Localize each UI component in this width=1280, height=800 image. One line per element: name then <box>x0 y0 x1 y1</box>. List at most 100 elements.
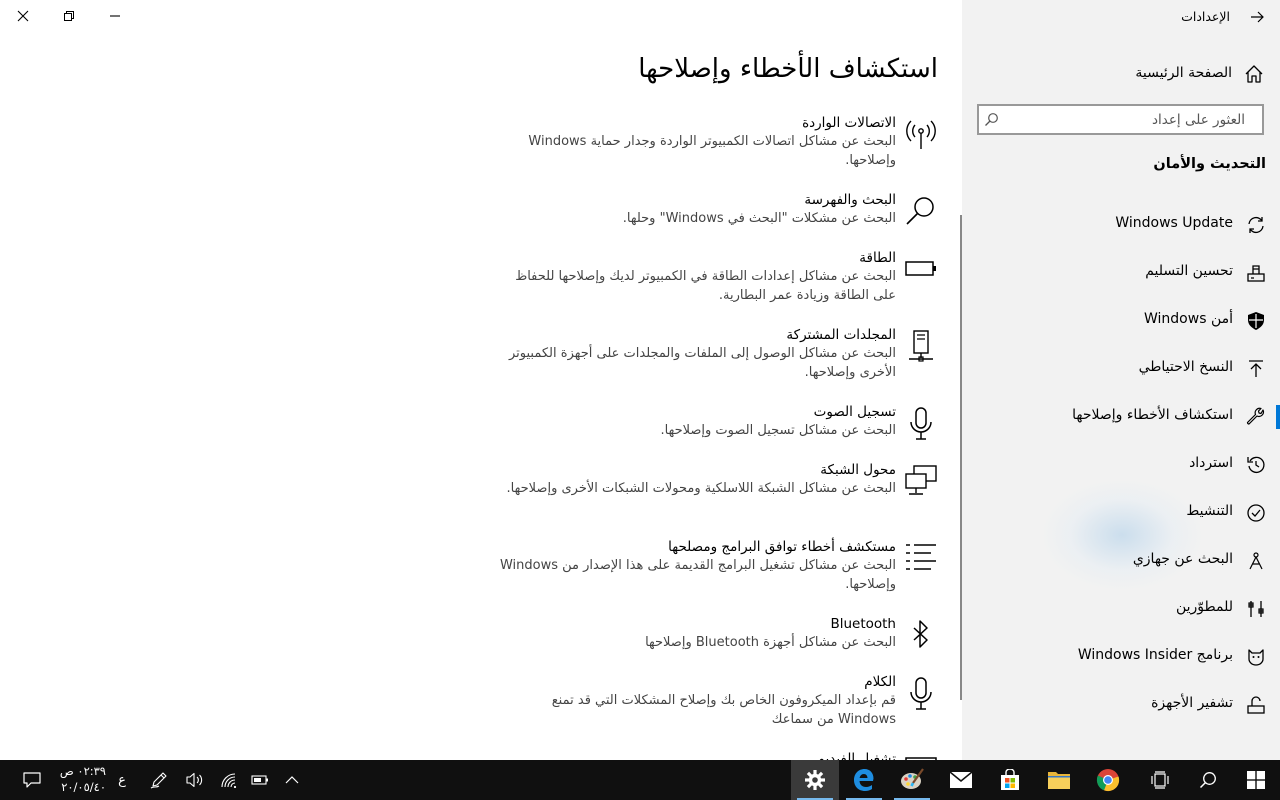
troubleshooter-video-playback[interactable]: تشغيل الفيديو <box>478 750 938 760</box>
delivery-optimization-icon <box>1246 263 1266 283</box>
taskbar-paint-app[interactable] <box>888 760 936 800</box>
network-button[interactable] <box>216 760 242 800</box>
windows-ink-button[interactable] <box>146 760 172 800</box>
troubleshooter-name: Bluetooth <box>830 616 896 632</box>
battery-button[interactable] <box>248 760 272 800</box>
taskbar-file-explorer-app[interactable] <box>1035 760 1083 800</box>
troubleshooter-description: البحث عن مشاكل أجهزة Bluetooth وإصلاحها <box>645 635 896 650</box>
sidebar-item-find-my-device[interactable]: البحث عن جهازي <box>962 539 1280 583</box>
troubleshooter-name: مستكشف أخطاء توافق البرامج ومصلحها <box>668 539 896 555</box>
sidebar-item-windows-insider[interactable]: برنامج Windows Insider <box>962 635 1280 679</box>
task-view-button[interactable] <box>1136 760 1184 800</box>
troubleshooter-name: البحث والفهرسة <box>804 192 896 208</box>
troubleshooter-name: محول الشبكة <box>820 462 896 478</box>
troubleshooter-network-adapter[interactable]: محول الشبكة البحث عن مشاكل الشبكة اللاسل… <box>478 461 938 531</box>
app-title: الإعدادات <box>1181 9 1230 24</box>
restore-window-button[interactable] <box>46 0 92 32</box>
clock-time: ٠٢:٣٩ ص <box>59 764 106 778</box>
search-input[interactable] <box>1005 106 1245 133</box>
taskbar-clock[interactable]: ٠٢:٣٩ ص ٢٠/٠٥/٤٠ <box>50 763 106 797</box>
sidebar-item-windows-security[interactable]: أمن Windows <box>962 299 1280 343</box>
shared-folder-icon <box>904 330 938 364</box>
settings-sidebar: الإعدادات الصفحة الرئيسية التحديث والأما… <box>962 0 1280 760</box>
sidebar-item-label: البحث عن جهازي <box>1132 551 1233 567</box>
volume-button[interactable] <box>182 760 208 800</box>
troubleshooter-program-compatibility[interactable]: مستكشف أخطاء توافق البرامج ومصلحها البحث… <box>478 538 938 608</box>
back-button[interactable] <box>1246 7 1268 27</box>
notification-icon <box>23 772 41 788</box>
task-view-icon <box>1151 771 1169 789</box>
show-hidden-icons-button[interactable] <box>280 760 304 800</box>
sidebar-item-recovery[interactable]: استرداد <box>962 443 1280 487</box>
sidebar-item-for-developers[interactable]: للمطوّرين <box>962 587 1280 631</box>
folder-icon <box>1048 772 1070 789</box>
store-icon <box>1001 769 1019 790</box>
settings-search-box[interactable] <box>977 104 1264 135</box>
minimize-window-button[interactable] <box>92 0 138 32</box>
taskbar-search-button[interactable] <box>1184 760 1232 800</box>
windows-logo-icon <box>1247 771 1265 789</box>
paint-icon <box>901 768 924 789</box>
sidebar-item-label: أمن Windows <box>1144 311 1233 327</box>
minimize-icon <box>110 15 120 17</box>
shield-icon <box>1246 311 1266 331</box>
backup-icon <box>1246 359 1266 379</box>
troubleshooter-power[interactable]: الطاقة البحث عن مشاكل إعدادات الطاقة في … <box>478 249 938 319</box>
taskbar-settings-app[interactable] <box>791 760 839 800</box>
troubleshooter-name: الاتصالات الواردة <box>802 115 896 131</box>
taskbar-chrome-app[interactable] <box>1084 760 1132 800</box>
sidebar-item-label: برنامج Windows Insider <box>1077 647 1233 663</box>
sidebar-item-windows-update[interactable]: Windows Update <box>962 203 1280 247</box>
sidebar-item-device-encryption[interactable]: تشفير الأجهزة <box>962 683 1280 727</box>
sidebar-item-label: للمطوّرين <box>1175 599 1233 615</box>
sidebar-item-label: استرداد <box>1189 455 1233 471</box>
recovery-icon <box>1246 455 1266 475</box>
sidebar-item-troubleshoot[interactable]: استكشاف الأخطاء وإصلاحها <box>962 395 1280 439</box>
section-title: التحديث والأمان <box>1153 156 1266 172</box>
close-window-button[interactable] <box>0 0 46 32</box>
start-button[interactable] <box>1232 760 1280 800</box>
mail-icon <box>949 771 973 788</box>
microphone-icon <box>904 677 938 711</box>
restore-icon <box>64 11 74 21</box>
sidebar-item-label: تحسين التسليم <box>1145 263 1233 279</box>
troubleshooter-description: البحث عن مشاكل تسجيل الصوت وإصلاحها. <box>660 423 896 438</box>
antenna-icon <box>904 118 938 152</box>
chrome-icon <box>1096 769 1120 792</box>
pen-icon <box>150 772 167 789</box>
close-icon <box>17 10 29 22</box>
troubleshooter-speech[interactable]: الكلام قم بإعداد الميكروفون الخاص بك وإص… <box>478 673 938 743</box>
clock-date: ٢٠/٠٥/٤٠ <box>61 780 106 794</box>
taskbar-mail-app[interactable] <box>937 760 985 800</box>
search-icon <box>985 113 998 126</box>
find-device-icon <box>1246 551 1266 571</box>
troubleshooter-description: البحث عن مشاكل الوصول إلى الملفات والمجل… <box>509 346 896 380</box>
troubleshooter-name: الكلام <box>864 674 896 690</box>
sidebar-header: الإعدادات <box>962 0 1280 34</box>
sidebar-item-backup[interactable]: النسخ الاحتياطي <box>962 347 1280 391</box>
sync-icon <box>1246 215 1266 235</box>
troubleshooter-name: تسجيل الصوت <box>813 404 896 420</box>
action-center-button[interactable] <box>14 760 50 800</box>
chevron-up-icon <box>285 776 299 784</box>
wrench-icon <box>1246 407 1266 427</box>
sidebar-item-label: تشفير الأجهزة <box>1151 695 1233 711</box>
troubleshooter-description: قم بإعداد الميكروفون الخاص بك وإصلاح الم… <box>551 693 896 727</box>
sidebar-item-activation[interactable]: التنشيط <box>962 491 1280 535</box>
taskbar-store-app[interactable] <box>986 760 1034 800</box>
insider-icon <box>1246 647 1266 667</box>
taskbar: ٠٢:٣٩ ص ٢٠/٠٥/٤٠ ع <box>0 760 1280 800</box>
troubleshooter-shared-folders[interactable]: المجلدات المشتركة البحث عن مشاكل الوصول … <box>478 326 938 396</box>
troubleshooter-description: البحث عن مشاكل تشغيل البرامج القديمة على… <box>499 558 896 592</box>
sidebar-item-label: التنشيط <box>1186 503 1233 519</box>
microphone-icon <box>904 407 938 441</box>
search-icon <box>1199 772 1216 789</box>
sidebar-item-label: النسخ الاحتياطي <box>1138 359 1233 375</box>
taskbar-edge-app[interactable] <box>840 760 888 800</box>
home-link[interactable]: الصفحة الرئيسية <box>962 56 1280 92</box>
troubleshooter-incoming-connections[interactable]: الاتصالات الواردة البحث عن مشاكل اتصالات… <box>478 114 938 184</box>
sidebar-item-delivery-optimization[interactable]: تحسين التسليم <box>962 251 1280 295</box>
gear-icon <box>805 770 825 790</box>
troubleshooter-description: البحث عن مشاكل اتصالات الكمبيوتر الواردة… <box>528 134 896 168</box>
input-language-indicator[interactable]: ع <box>110 760 134 800</box>
